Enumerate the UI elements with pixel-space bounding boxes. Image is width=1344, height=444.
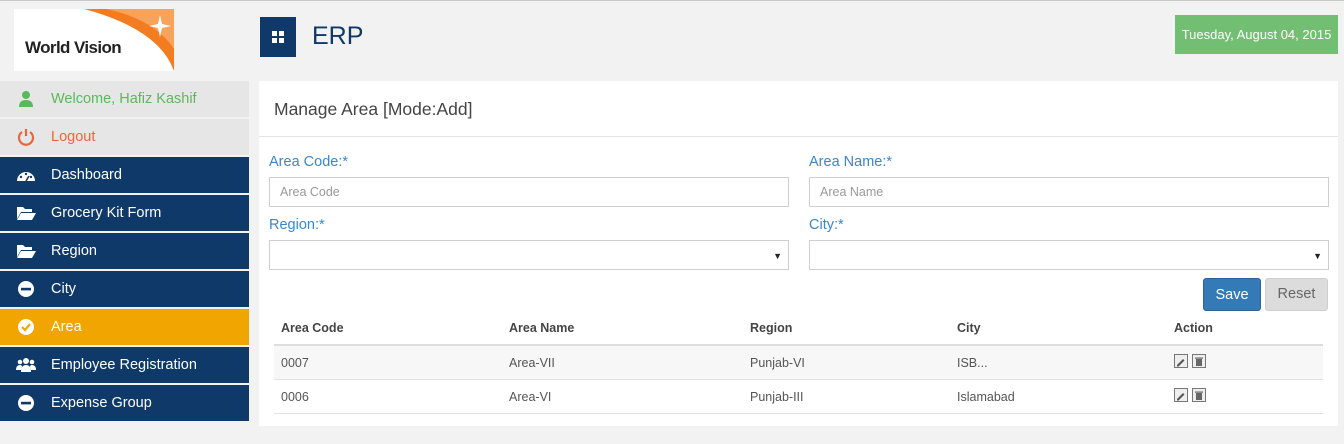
table-header: Area Code Area Name Region City Action (274, 313, 1323, 346)
city-label: City:* (809, 217, 844, 233)
sidebar-item-label: Dashboard (51, 167, 122, 183)
cell-area-name: Area-VI (509, 390, 552, 404)
app-title: ERP (312, 22, 364, 50)
region-select[interactable]: ▼ (269, 240, 789, 270)
column-header: Area Name (509, 321, 575, 335)
cell-area-code: 0006 (281, 390, 309, 404)
dashboard-icon (17, 172, 35, 182)
table-row: 0006 Area-VI Punjab-III Islamabad (274, 380, 1323, 414)
sidebar-item-employee-registration[interactable]: Employee Registration (0, 347, 249, 383)
area-name-label: Area Name:* (809, 154, 893, 170)
delete-icon[interactable] (1192, 354, 1206, 368)
sidebar-logout[interactable]: Logout (0, 119, 249, 155)
column-header: Region (750, 321, 793, 335)
manage-area-panel: Manage Area [Mode:Add] Area Code:* Area … (259, 81, 1338, 426)
table-row: 0007 Area-VII Punjab-VI ISB... (274, 346, 1323, 380)
column-header: Area Code (281, 321, 344, 335)
sidebar-item-region[interactable]: Region (0, 233, 249, 269)
area-table: Area Code Area Name Region City Action 0… (274, 313, 1323, 414)
dropdown-arrow-icon: ▼ (1313, 251, 1322, 261)
minus-circle-icon (18, 395, 34, 411)
check-circle-icon (18, 319, 34, 335)
world-vision-logo: World Vision (14, 9, 174, 71)
logout-label: Logout (51, 129, 96, 145)
city-select[interactable]: ▼ (809, 240, 1329, 270)
delete-icon[interactable] (1192, 388, 1206, 402)
sidebar-item-expense-group[interactable]: Expense Group (0, 385, 249, 421)
edit-icon[interactable] (1174, 388, 1188, 402)
sidebar: Welcome, Hafiz Kashif Logout Dashboard G… (0, 81, 249, 423)
area-code-label: Area Code:* (269, 154, 348, 170)
sidebar-item-dashboard[interactable]: Dashboard (0, 157, 249, 193)
edit-icon[interactable] (1174, 354, 1188, 368)
minus-circle-icon (18, 281, 34, 297)
cell-area-code: 0007 (281, 356, 309, 370)
folder-open-icon (17, 207, 36, 220)
save-button[interactable]: Save (1203, 278, 1261, 311)
cell-city: Islamabad (957, 390, 1015, 404)
welcome-text: Welcome, Hafiz Kashif (51, 91, 197, 107)
cell-region: Punjab-III (750, 390, 804, 404)
sidebar-item-grocery-kit-form[interactable]: Grocery Kit Form (0, 195, 249, 231)
reset-button[interactable]: Reset (1265, 278, 1328, 311)
logo-text: World Vision (25, 38, 122, 57)
cell-area-name: Area-VII (509, 356, 555, 370)
sidebar-item-label: City (51, 281, 76, 297)
sidebar-welcome[interactable]: Welcome, Hafiz Kashif (0, 81, 249, 117)
user-icon (19, 91, 33, 107)
panel-title: Manage Area [Mode:Add] (274, 99, 473, 119)
region-label: Region:* (269, 217, 325, 233)
divider (259, 136, 1338, 137)
power-icon (17, 129, 35, 146)
date-display: Tuesday, August 04, 2015 (1175, 15, 1338, 54)
top-border (0, 0, 1344, 1)
column-header: City (957, 321, 981, 335)
cell-region: Punjab-VI (750, 356, 805, 370)
app-menu-button[interactable] (260, 17, 296, 57)
dropdown-arrow-icon: ▼ (773, 251, 782, 261)
sidebar-item-label: Region (51, 243, 97, 259)
folder-open-icon (17, 245, 36, 258)
sidebar-item-city[interactable]: City (0, 271, 249, 307)
column-header: Action (1174, 321, 1213, 335)
cell-city: ISB... (957, 356, 988, 370)
area-name-input[interactable]: Area Name (809, 177, 1329, 207)
sidebar-item-label: Expense Group (51, 395, 152, 411)
sidebar-item-label: Grocery Kit Form (51, 205, 162, 221)
sidebar-item-label: Area (51, 319, 82, 335)
sidebar-item-label: Employee Registration (51, 357, 197, 373)
users-icon (16, 358, 36, 372)
sidebar-item-area[interactable]: Area (0, 309, 249, 345)
area-code-input[interactable]: Area Code (269, 177, 789, 207)
